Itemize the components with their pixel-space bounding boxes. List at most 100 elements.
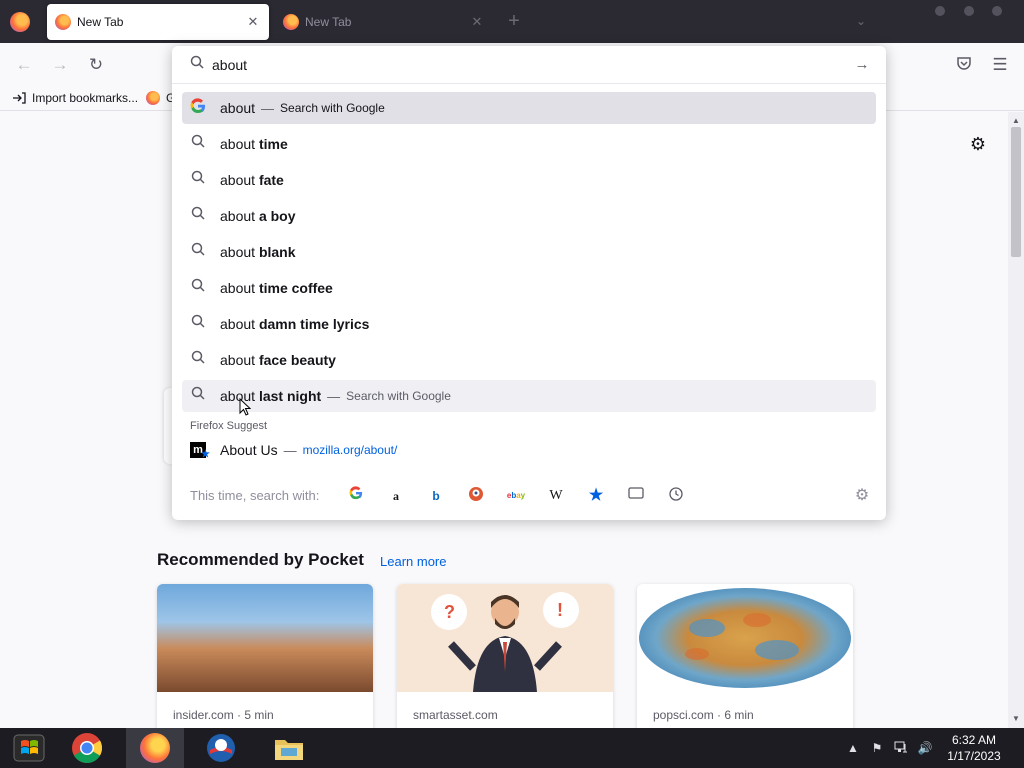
mouse-cursor-icon [239, 398, 251, 416]
forward-arrow-icon[interactable]: → [50, 55, 70, 75]
folder-icon [275, 740, 303, 760]
suggestion-row[interactable]: about face beauty [182, 344, 876, 376]
suggestion-separator: — [283, 442, 297, 458]
obama-taskbar-button[interactable] [192, 728, 250, 768]
clock-date: 1/17/2023 [947, 749, 1001, 763]
pocket-card-image [157, 584, 373, 692]
one-off-search-bar: This time, search with: a b ebay W ★ ⚙ [172, 482, 886, 510]
suggestion-action: Search with Google [346, 389, 451, 403]
go-arrow-icon[interactable]: → [852, 55, 872, 75]
pocket-heading: Recommended by Pocket [157, 550, 364, 569]
wikipedia-icon[interactable]: W [546, 486, 566, 506]
suggestion-separator: — [327, 388, 341, 404]
pocket-learn-more-link[interactable]: Learn more [380, 554, 446, 569]
google-icon [188, 98, 208, 118]
show-hidden-icons-chevron-icon[interactable]: ▲ [845, 740, 861, 756]
page-scrollbar[interactable]: ▲ ▼ [1008, 112, 1024, 728]
suggestion-row[interactable]: about fate [182, 164, 876, 196]
start-button[interactable] [0, 728, 58, 768]
google-icon[interactable] [346, 486, 366, 506]
suggestion-row[interactable]: about last night — Search with Google [182, 380, 876, 412]
suggestion-row[interactable]: about damn time lyrics [182, 308, 876, 340]
close-window-button[interactable] [992, 6, 1002, 16]
suggestion-text: about blank [220, 244, 296, 260]
minimize-window-button[interactable] [935, 6, 945, 16]
new-tab-plus-icon[interactable]: + [504, 11, 524, 32]
scroll-down-icon[interactable]: ▼ [1008, 712, 1024, 726]
firefox-taskbar-button[interactable] [126, 728, 184, 768]
url-input[interactable] [212, 54, 832, 76]
bing-icon[interactable]: b [426, 486, 446, 506]
svg-text:!: ! [557, 600, 563, 620]
suggest-title: About Us [220, 442, 278, 458]
close-tab-icon[interactable]: ✕ [243, 12, 263, 32]
tab-new-tab[interactable]: New Tab ✕ [275, 4, 493, 40]
suggestion-row[interactable]: about blank [182, 236, 876, 268]
file-explorer-taskbar-button[interactable] [260, 728, 318, 768]
suggestion-text: about time coffee [220, 280, 333, 296]
import-bookmarks-item[interactable]: Import bookmarks... [12, 91, 138, 105]
action-center-flag-icon[interactable]: ⚑ [869, 740, 885, 756]
search-icon [188, 314, 208, 334]
amazon-icon[interactable]: a [386, 486, 406, 506]
suggestion-row[interactable]: about time coffee [182, 272, 876, 304]
maximize-window-button[interactable] [964, 6, 974, 16]
firefox-suggest-row[interactable]: m ★ About Us — mozilla.org/about/ [182, 434, 876, 466]
pocket-card-source: smartasset.com [413, 708, 498, 722]
bookmark-star-icon: ★ [201, 449, 210, 460]
one-off-label: This time, search with: [190, 488, 320, 503]
duckduckgo-icon[interactable] [466, 486, 486, 506]
urlbar-results-panel: → about — Search with Google about time … [172, 46, 886, 520]
firefox-suggest-label: Firefox Suggest [190, 420, 268, 432]
suggestion-text: about face beauty [220, 352, 336, 368]
firefox-favicon-icon [283, 14, 299, 30]
search-icon [188, 386, 208, 406]
close-tab-icon[interactable]: ✕ [467, 12, 487, 32]
firefox-view-icon[interactable] [10, 12, 30, 32]
chrome-icon [72, 733, 103, 764]
firefox-icon [140, 733, 170, 763]
pocket-card[interactable]: popsci.com · 6 min [637, 584, 853, 734]
reload-icon[interactable]: ↻ [86, 55, 106, 75]
urlbar: → [172, 46, 886, 84]
bookmarks-star-icon[interactable]: ★ [586, 486, 606, 506]
pocket-card-source: popsci.com · 6 min [653, 708, 754, 722]
customize-gear-icon[interactable]: ⚙ [968, 134, 988, 154]
hamburger-menu-icon[interactable]: ☰ [990, 55, 1010, 75]
pocket-card[interactable]: insider.com · 5 min [157, 584, 373, 734]
chrome-taskbar-button[interactable] [58, 728, 116, 768]
suggestion-text: about fate [220, 172, 284, 188]
ebay-icon[interactable]: ebay [506, 486, 526, 506]
pocket-card-image: ? ! [397, 584, 613, 692]
windows-taskbar: ▲ ⚑ 🔊 6:32 AM 1/17/2023 [0, 728, 1024, 768]
tab-strip: New Tab ✕ New Tab ✕ + ⌄ [0, 0, 1024, 43]
tab-new-tab-active[interactable]: New Tab ✕ [47, 4, 269, 40]
history-icon[interactable] [666, 486, 686, 506]
scroll-up-icon[interactable]: ▲ [1008, 114, 1024, 128]
search-icon [188, 170, 208, 190]
network-icon[interactable] [893, 740, 909, 756]
search-settings-gear-icon[interactable]: ⚙ [852, 486, 872, 506]
import-icon [13, 92, 26, 104]
suggestion-text: about last night [220, 388, 322, 404]
system-clock[interactable]: 6:32 AM 1/17/2023 [934, 732, 1014, 764]
firefox-favicon-icon [146, 91, 160, 105]
search-icon [188, 206, 208, 226]
suggestion-action: Search with Google [280, 101, 385, 115]
campaign-logo-icon [207, 734, 235, 762]
suggestion-text: about a boy [220, 208, 296, 224]
pocket-icon[interactable] [954, 55, 974, 75]
scrollbar-thumb[interactable] [1011, 127, 1021, 257]
back-arrow-icon[interactable]: ← [14, 55, 34, 75]
tabs-icon[interactable] [626, 486, 646, 506]
search-icon [188, 242, 208, 262]
suggestion-row[interactable]: about — Search with Google [182, 92, 876, 124]
pocket-card[interactable]: ? ! smartasset.com [397, 584, 613, 734]
list-all-tabs-chevron-icon[interactable]: ⌄ [852, 14, 870, 30]
mozilla-favicon-icon: m ★ [188, 440, 210, 460]
suggest-url: mozilla.org/about/ [302, 443, 398, 457]
suggestion-row[interactable]: about a boy [182, 200, 876, 232]
tab-title: New Tab [305, 15, 352, 29]
volume-icon[interactable]: 🔊 [917, 740, 933, 756]
suggestion-row[interactable]: about time [182, 128, 876, 160]
